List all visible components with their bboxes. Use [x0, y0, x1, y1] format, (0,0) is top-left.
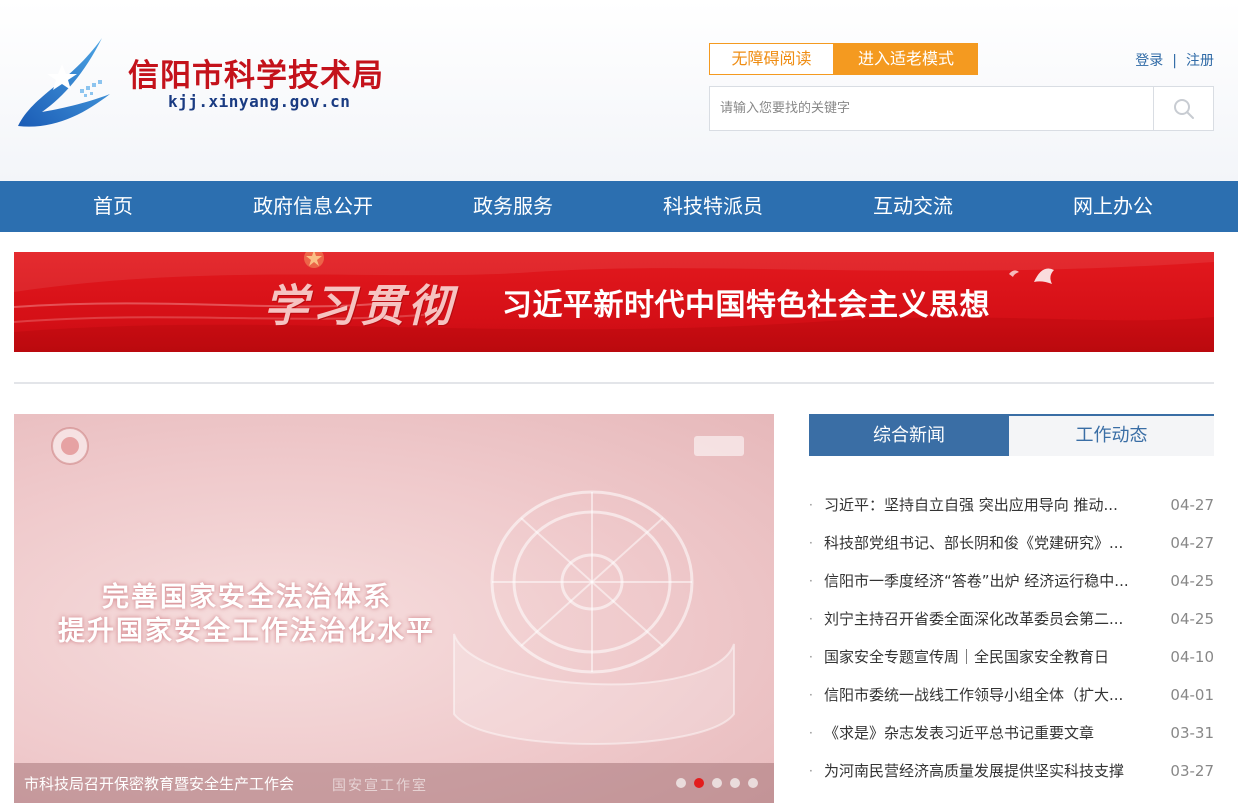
- register-link[interactable]: 注册: [1186, 53, 1214, 69]
- theme-banner[interactable]: 学习贯彻 习近平新时代中国特色社会主义思想: [14, 252, 1214, 352]
- news-list: · 习近平：坚持自立自强 突出应用导向 推动... 04-27 · 科技部党组书记、部…: [809, 486, 1214, 790]
- news-title[interactable]: 为河南民营经济高质量发展提供坚实科技支撑: [824, 752, 1130, 790]
- carousel-slide-line2: 提升国家安全工作法治化水平: [58, 616, 435, 647]
- carousel-dot[interactable]: [712, 778, 722, 788]
- news-tabs: 综合新闻 工作动态: [809, 414, 1214, 456]
- carousel-watermark: 国安宣工作室: [332, 778, 428, 794]
- news-title[interactable]: 科技部党组书记、部长阴和俊《党建研究》...: [824, 524, 1130, 562]
- news-title[interactable]: 信阳市委统一战线工作领导小组全体（扩大...: [824, 676, 1130, 714]
- nav-item-gov-info[interactable]: 政府信息公开: [233, 181, 393, 232]
- news-list-item[interactable]: · 习近平：坚持自立自强 突出应用导向 推动... 04-27: [809, 486, 1214, 524]
- news-title[interactable]: 刘宁主持召开省委全面深化改革委员会第二...: [824, 600, 1130, 638]
- site-name[interactable]: 信阳市科学技术局: [128, 50, 384, 95]
- carousel-dot[interactable]: [748, 778, 758, 788]
- news-date: 04-10: [1170, 648, 1214, 666]
- banner-title: 习近平新时代中国特色社会主义思想: [502, 288, 990, 323]
- nav-item-online-office[interactable]: 网上办公: [1053, 181, 1173, 232]
- carousel-caption-bar: 市科技局召开保密教育暨安全生产工作会 国安宣工作室: [14, 763, 774, 803]
- news-date: 04-27: [1170, 496, 1214, 514]
- section-divider: [14, 382, 1214, 384]
- nav-item-interaction[interactable]: 互动交流: [853, 181, 973, 232]
- news-date: 03-31: [1170, 724, 1214, 742]
- news-list-item[interactable]: · 刘宁主持召开省委全面深化改革委员会第二... 04-25: [809, 600, 1214, 638]
- elder-mode-button[interactable]: 进入适老模式: [834, 43, 978, 75]
- bullet-icon: ·: [809, 536, 813, 550]
- carousel-dot[interactable]: [730, 778, 740, 788]
- news-list-item[interactable]: · 信阳市委统一战线工作领导小组全体（扩大... 04-01: [809, 676, 1214, 714]
- search-box: [709, 86, 1214, 131]
- auth-links: 登录 | 注册: [1135, 50, 1214, 70]
- main-nav: 首页 政府信息公开 政务服务 科技特派员 互动交流 网上办公: [0, 181, 1238, 232]
- news-title[interactable]: 信阳市一季度经济“答卷”出炉 经济运行稳中...: [824, 562, 1130, 600]
- news-date: 04-27: [1170, 534, 1214, 552]
- nav-item-gov-services[interactable]: 政务服务: [453, 181, 573, 232]
- bullet-icon: ·: [809, 574, 813, 588]
- nav-item-home[interactable]: 首页: [63, 181, 163, 232]
- news-list-item[interactable]: · 国家安全专题宣传周｜全民国家安全教育日 04-10: [809, 638, 1214, 676]
- bullet-icon: ·: [809, 650, 813, 664]
- news-carousel[interactable]: 完善国家安全法治体系 提升国家安全工作法治化水平 市科技局召开保密教育暨安全生产…: [14, 414, 774, 803]
- news-list-item[interactable]: · 《求是》杂志发表习近平总书记重要文章 03-31: [809, 714, 1214, 752]
- news-date: 04-25: [1170, 610, 1214, 628]
- news-date: 03-27: [1170, 762, 1214, 780]
- news-title[interactable]: 习近平：坚持自立自强 突出应用导向 推动...: [824, 486, 1130, 524]
- bullet-icon: ·: [809, 726, 813, 740]
- bullet-icon: ·: [809, 498, 813, 512]
- site-header: 信阳市科学技术局 kjj.xinyang.gov.cn 无障碍阅读 进入适老模式…: [0, 0, 1238, 181]
- carousel-dots: [676, 778, 758, 788]
- carousel-dot-active[interactable]: [694, 778, 704, 788]
- site-logo-icon[interactable]: [14, 34, 114, 134]
- banner-calligraphy: 学习贯彻: [264, 281, 456, 332]
- news-title[interactable]: 国家安全专题宣传周｜全民国家安全教育日: [824, 638, 1130, 676]
- nav-item-sci-commissioners[interactable]: 科技特派员: [643, 181, 783, 232]
- news-date: 04-25: [1170, 572, 1214, 590]
- news-list-item[interactable]: · 为河南民营经济高质量发展提供坚实科技支撑 03-27: [809, 752, 1214, 790]
- carousel-caption[interactable]: 市科技局召开保密教育暨安全生产工作会: [24, 773, 294, 794]
- news-title[interactable]: 《求是》杂志发表习近平总书记重要文章: [824, 714, 1130, 752]
- tab-general-news[interactable]: 综合新闻: [809, 416, 1009, 456]
- news-list-item[interactable]: · 科技部党组书记、部长阴和俊《党建研究》... 04-27: [809, 524, 1214, 562]
- carousel-dot[interactable]: [676, 778, 686, 788]
- news-date: 04-01: [1170, 686, 1214, 704]
- site-domain: kjj.xinyang.gov.cn: [168, 92, 351, 111]
- news-list-item[interactable]: · 信阳市一季度经济“答卷”出炉 经济运行稳中... 04-25: [809, 562, 1214, 600]
- auth-separator: |: [1172, 53, 1177, 69]
- login-link[interactable]: 登录: [1135, 53, 1163, 69]
- search-button[interactable]: [1153, 87, 1213, 130]
- tab-work-updates[interactable]: 工作动态: [1009, 416, 1214, 456]
- search-input[interactable]: [710, 87, 1154, 130]
- bullet-icon: ·: [809, 764, 813, 778]
- accessible-reading-button[interactable]: 无障碍阅读: [709, 43, 834, 75]
- bullet-icon: ·: [809, 688, 813, 702]
- search-icon: [1173, 98, 1194, 119]
- bullet-icon: ·: [809, 612, 813, 626]
